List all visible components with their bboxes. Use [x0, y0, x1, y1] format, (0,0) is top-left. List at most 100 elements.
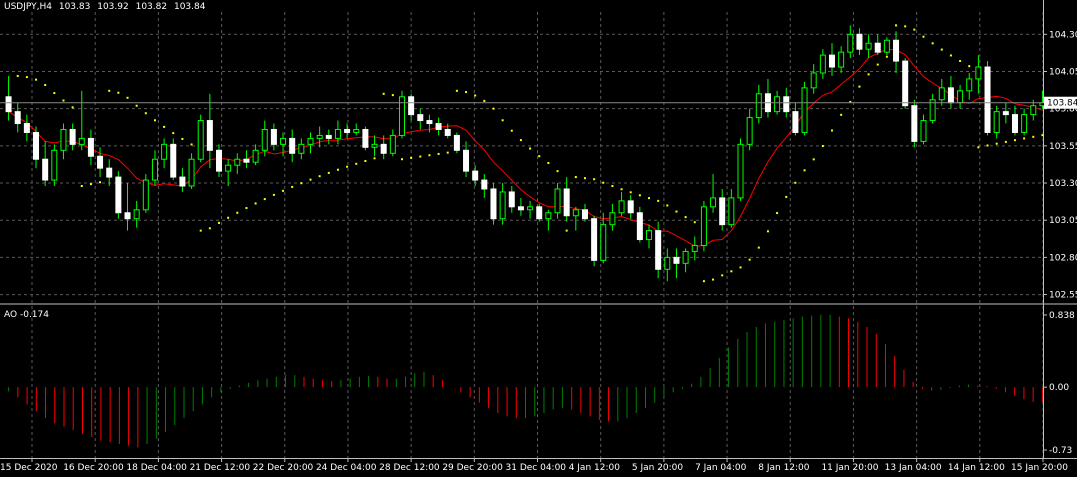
sar-dot	[373, 157, 376, 160]
candle-body-bull	[252, 149, 259, 163]
candle[interactable]	[536, 203, 543, 222]
candle[interactable]	[170, 138, 177, 181]
price-tick-label: 103.05	[1049, 216, 1077, 226]
sar-dot	[959, 59, 962, 62]
candle[interactable]	[801, 81, 808, 136]
candle-body-bear	[426, 120, 433, 125]
price-tick-label: 102.80	[1049, 253, 1077, 263]
candle[interactable]	[398, 90, 405, 139]
sar-dot	[400, 158, 403, 161]
candle-body-bull	[316, 134, 323, 139]
price-tick-label: 103.30	[1049, 179, 1077, 189]
sar-dot	[25, 76, 28, 79]
candle[interactable]	[902, 58, 909, 109]
candle-body-bear	[124, 212, 131, 220]
ao-tick-label: 0.838	[1049, 311, 1075, 321]
candle[interactable]	[362, 126, 369, 151]
time-tick-label: 8 Jan 12:00	[758, 463, 810, 473]
candle-body-bull	[682, 250, 689, 264]
sar-dot	[977, 146, 980, 149]
candle[interactable]	[490, 183, 497, 225]
candle-body-bull	[307, 137, 314, 145]
sar-dot	[583, 177, 586, 180]
oscillator-name: AO	[4, 310, 18, 320]
sar-dot	[547, 162, 550, 165]
sar-dot	[748, 258, 751, 261]
candle-body-bull	[527, 206, 534, 211]
candle-body-bear	[673, 256, 680, 264]
candle[interactable]	[911, 99, 918, 148]
sar-dot	[144, 112, 147, 115]
price-tick-label: 102.55	[1049, 291, 1077, 301]
sar-dot	[117, 91, 120, 94]
sar-dot	[776, 212, 779, 215]
candle-body-bull	[554, 188, 561, 214]
sar-dot	[858, 85, 861, 88]
sar-dot	[885, 55, 888, 58]
candle-body-bear	[947, 87, 954, 104]
oscillator-header: AO -0.174	[4, 310, 49, 320]
sar-dot	[465, 91, 468, 94]
sar-dot	[236, 211, 239, 214]
candle-body-bear	[325, 134, 332, 139]
candle-body-bear	[1011, 114, 1018, 133]
sar-dot	[99, 181, 102, 184]
candle-body-bull	[746, 117, 753, 145]
candle-body-bull	[1021, 114, 1028, 133]
sar-dot	[785, 195, 788, 198]
sar-dot	[803, 169, 806, 172]
sar-dot	[602, 181, 605, 184]
sar-dot	[904, 25, 907, 28]
candle[interactable]	[142, 174, 149, 213]
time-tick-label: 18 Dec 04:00	[126, 463, 187, 473]
trading-chart[interactable]: 104.30104.05103.80103.55103.30103.05102.…	[0, 0, 1077, 477]
time-tick-label: 4 Jan 12:00	[569, 463, 621, 473]
sar-dot	[922, 35, 925, 38]
candle[interactable]	[700, 200, 707, 252]
sar-dot	[227, 216, 230, 219]
sar-dot	[80, 185, 83, 187]
candle-body-bull	[838, 51, 845, 68]
sar-dot	[1041, 134, 1044, 137]
time-tick-label: 11 Jan 20:00	[821, 463, 878, 473]
candle[interactable]	[591, 215, 598, 267]
sar-dot	[181, 137, 184, 140]
candle[interactable]	[115, 171, 122, 219]
candle-body-bull	[618, 200, 625, 214]
sar-dot	[565, 229, 568, 232]
candle-body-bull	[993, 111, 1000, 133]
sar-dot	[940, 48, 943, 51]
time-tick-label: 13 Jan 04:00	[885, 463, 942, 473]
candle[interactable]	[51, 144, 58, 186]
candle-body-bear	[444, 128, 451, 136]
time-tick-label: 22 Dec 20:00	[253, 463, 314, 473]
candle-body-bull	[371, 143, 378, 148]
candle-body-bear	[23, 123, 30, 133]
candle[interactable]	[883, 37, 890, 56]
candle-body-bear	[627, 200, 634, 214]
sar-dot	[437, 152, 440, 155]
sar-dot	[163, 125, 166, 128]
candle-body-bear	[856, 33, 863, 50]
candle[interactable]	[655, 221, 662, 279]
sar-dot	[867, 73, 870, 76]
sar-dot	[172, 132, 175, 135]
sar-dot	[35, 78, 38, 81]
candle[interactable]	[453, 132, 460, 154]
open-value: 103.83	[58, 2, 91, 12]
candle-body-bear	[591, 218, 598, 261]
candle-body-bull	[389, 134, 396, 154]
sar-dot	[364, 159, 367, 162]
sar-dot	[16, 74, 19, 77]
sar-dot	[730, 270, 733, 273]
candle-body-bear	[636, 212, 643, 241]
candle[interactable]	[984, 61, 991, 136]
candle-body-bull	[600, 224, 607, 261]
candle[interactable]	[197, 114, 204, 163]
sar-dot	[995, 142, 998, 145]
candle-body-bear	[563, 188, 570, 217]
candle-body-bull	[865, 42, 872, 50]
sar-dot	[794, 181, 797, 184]
candle-body-bull	[78, 137, 85, 145]
candle[interactable]	[737, 138, 744, 201]
